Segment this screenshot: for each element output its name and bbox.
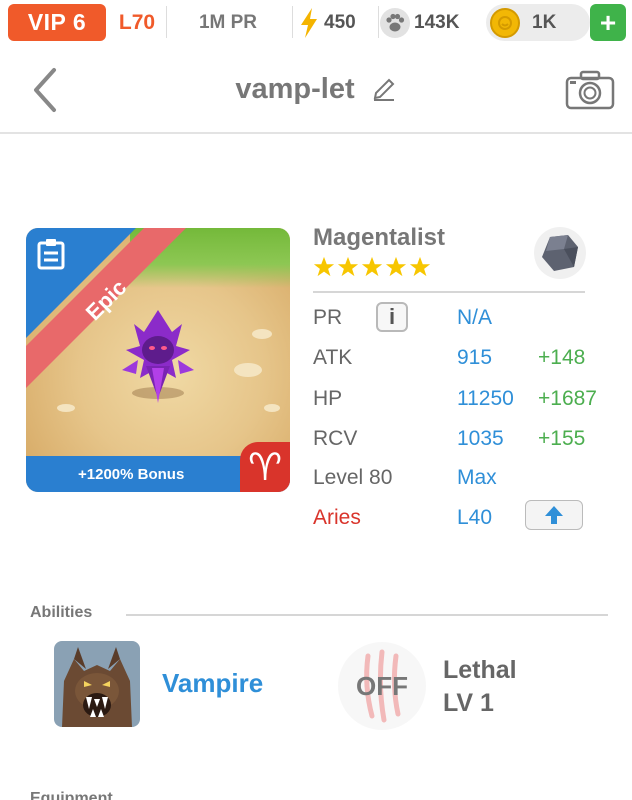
divider [378, 6, 379, 38]
bonus-text: +1200% Bonus [78, 465, 185, 483]
rcv-label: RCV [313, 427, 358, 450]
paw-value: 143K [414, 11, 460, 33]
level-label: Level 80 [313, 466, 393, 489]
star-icon [385, 256, 407, 277]
add-currency-button[interactable]: + [590, 4, 626, 41]
nav-bar: vamp-let [0, 44, 632, 134]
equipment-section-title: Equipment [30, 790, 113, 800]
atk-value: 915 [457, 346, 493, 369]
monster-name: Magentalist [313, 224, 446, 251]
paw-icon [380, 7, 410, 38]
monster-detail-screen: VIP 6 L70 1M PR 450 143K 1K + vamp-let E… [0, 0, 632, 800]
back-button[interactable] [28, 66, 62, 114]
stats-divider [313, 291, 585, 293]
divider [166, 6, 167, 38]
monster-card[interactable]: Epic +1200% Bonus ♈ [26, 228, 290, 492]
abilities-section-title: Abilities [30, 604, 93, 621]
player-level: L70 [118, 10, 156, 34]
coin-counter[interactable]: 1K [486, 4, 590, 41]
upgrade-sign-button[interactable] [525, 500, 583, 530]
ability-off-label: OFF [356, 670, 408, 701]
atk-label: ATK [313, 346, 353, 369]
element-stone-icon[interactable] [532, 225, 588, 281]
coin-value: 1K [532, 11, 557, 33]
info-button[interactable]: i [376, 302, 408, 332]
rcv-value: 1035 [457, 427, 504, 450]
star-icon [313, 256, 335, 277]
star-rating [313, 256, 431, 278]
energy-counter[interactable]: 450 [298, 4, 376, 41]
page-title[interactable]: vamp-let [235, 73, 354, 106]
coin-icon [490, 7, 520, 38]
edit-name-icon[interactable] [371, 76, 397, 102]
pr-value: N/A [457, 306, 493, 329]
atk-bonus: +148 [538, 346, 586, 369]
star-icon [409, 256, 431, 277]
secondary-ability-level: LV 1 [443, 689, 494, 717]
ability-name[interactable]: Vampire [162, 668, 263, 699]
camera-icon[interactable] [565, 70, 615, 110]
player-power-rating: 1M PR [198, 11, 258, 33]
abilities-divider [126, 614, 608, 616]
vip-badge[interactable]: VIP 6 [8, 4, 106, 41]
level-value: Max [457, 466, 497, 489]
energy-value: 450 [324, 11, 356, 33]
lightning-icon [298, 7, 320, 38]
resource-bar: VIP 6 L70 1M PR 450 143K 1K + [0, 0, 632, 44]
sign-level-value: L40 [457, 506, 493, 529]
hp-value: 11250 [457, 387, 514, 410]
hp-bonus: +1687 [538, 387, 597, 410]
notes-icon[interactable] [36, 238, 66, 270]
pr-label: PR [313, 306, 343, 329]
title-area: vamp-let [0, 44, 632, 134]
arrow-up-icon [545, 506, 563, 524]
lethal-ability-icon[interactable]: OFF [338, 642, 426, 730]
sign-label: Aries [313, 506, 361, 529]
divider [292, 6, 293, 38]
hp-label: HP [313, 387, 343, 410]
secondary-ability-name: Lethal [443, 656, 517, 684]
star-icon [361, 256, 383, 277]
rcv-bonus: +155 [538, 427, 586, 450]
paw-counter[interactable]: 143K [380, 4, 480, 41]
aries-sign-icon: ♈ [240, 442, 290, 492]
star-icon [337, 256, 359, 277]
vampire-ability-icon[interactable] [54, 641, 140, 727]
